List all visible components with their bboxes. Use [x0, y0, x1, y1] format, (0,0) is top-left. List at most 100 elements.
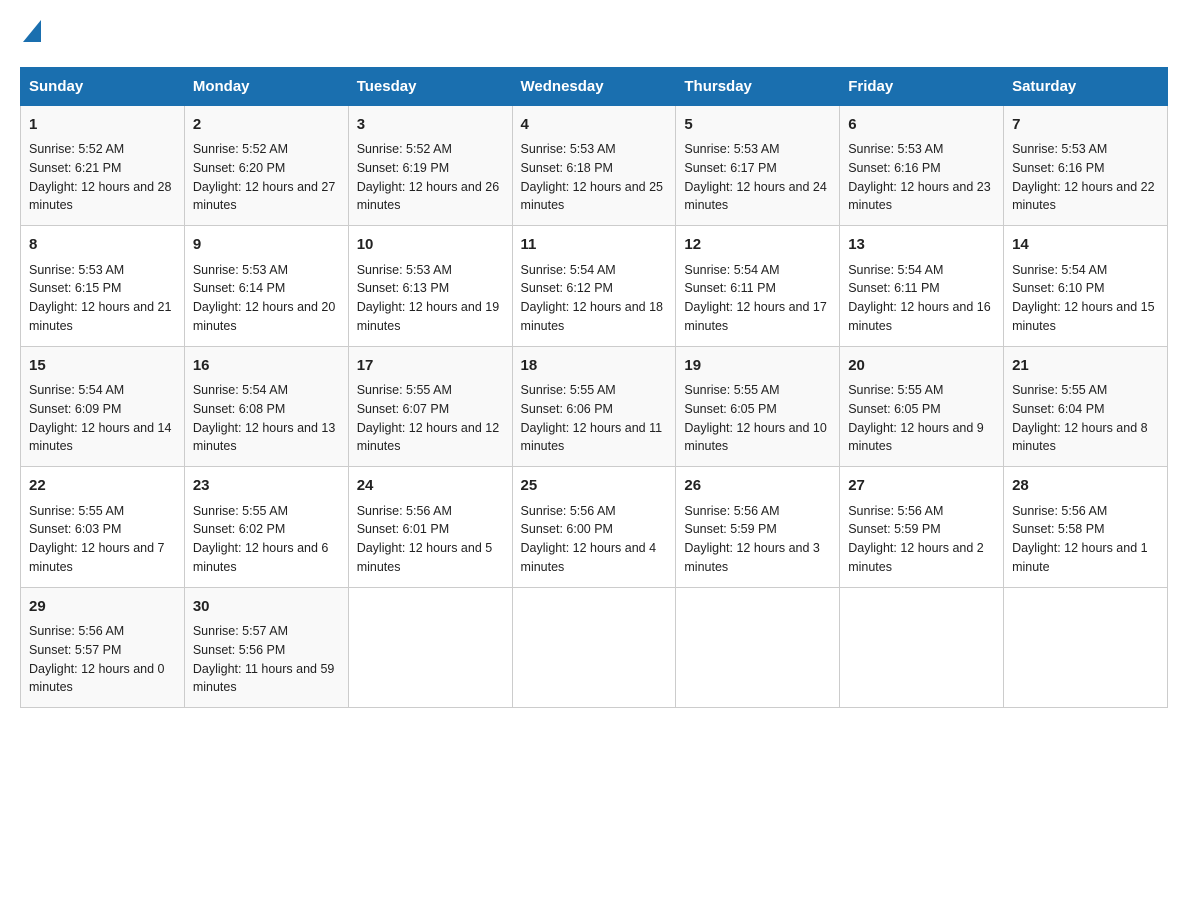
calendar-cell — [1004, 587, 1168, 708]
daylight-text: Daylight: 12 hours and 4 minutes — [521, 541, 657, 574]
daylight-text: Daylight: 12 hours and 22 minutes — [1012, 180, 1154, 213]
calendar-cell: 5Sunrise: 5:53 AMSunset: 6:17 PMDaylight… — [676, 105, 840, 226]
sunrise-text: Sunrise: 5:53 AM — [193, 263, 288, 277]
sunrise-text: Sunrise: 5:54 AM — [848, 263, 943, 277]
calendar-cell: 21Sunrise: 5:55 AMSunset: 6:04 PMDayligh… — [1004, 346, 1168, 467]
sunset-text: Sunset: 6:01 PM — [357, 522, 449, 536]
sunset-text: Sunset: 6:09 PM — [29, 402, 121, 416]
sunset-text: Sunset: 6:11 PM — [848, 281, 940, 295]
day-number: 12 — [684, 234, 831, 257]
sunset-text: Sunset: 6:10 PM — [1012, 281, 1104, 295]
day-number: 7 — [1012, 114, 1159, 137]
sunrise-text: Sunrise: 5:52 AM — [357, 142, 452, 156]
sunset-text: Sunset: 6:21 PM — [29, 161, 121, 175]
daylight-text: Daylight: 12 hours and 21 minutes — [29, 300, 171, 333]
sunset-text: Sunset: 6:14 PM — [193, 281, 285, 295]
calendar-cell: 17Sunrise: 5:55 AMSunset: 6:07 PMDayligh… — [348, 346, 512, 467]
sunrise-text: Sunrise: 5:52 AM — [29, 142, 124, 156]
sunrise-text: Sunrise: 5:56 AM — [29, 624, 124, 638]
day-number: 27 — [848, 475, 995, 498]
sunrise-text: Sunrise: 5:55 AM — [684, 383, 779, 397]
sunrise-text: Sunrise: 5:55 AM — [29, 504, 124, 518]
day-number: 28 — [1012, 475, 1159, 498]
sunset-text: Sunset: 6:19 PM — [357, 161, 449, 175]
calendar-cell: 29Sunrise: 5:56 AMSunset: 5:57 PMDayligh… — [21, 587, 185, 708]
sunrise-text: Sunrise: 5:53 AM — [848, 142, 943, 156]
daylight-text: Daylight: 12 hours and 0 minutes — [29, 662, 165, 695]
sunset-text: Sunset: 6:03 PM — [29, 522, 121, 536]
daylight-text: Daylight: 12 hours and 14 minutes — [29, 421, 171, 454]
header-sunday: Sunday — [21, 67, 185, 105]
sunrise-text: Sunrise: 5:53 AM — [684, 142, 779, 156]
logo-triangle-icon — [23, 20, 41, 42]
daylight-text: Daylight: 12 hours and 19 minutes — [357, 300, 499, 333]
sunset-text: Sunset: 5:59 PM — [848, 522, 940, 536]
calendar-cell: 20Sunrise: 5:55 AMSunset: 6:05 PMDayligh… — [840, 346, 1004, 467]
sunset-text: Sunset: 6:17 PM — [684, 161, 776, 175]
day-number: 11 — [521, 234, 668, 257]
sunrise-text: Sunrise: 5:53 AM — [29, 263, 124, 277]
sunrise-text: Sunrise: 5:54 AM — [1012, 263, 1107, 277]
sunrise-text: Sunrise: 5:56 AM — [521, 504, 616, 518]
week-row-4: 22 Sunrise: 5:55 AM Sunset: 6:03 PM Dayligh… — [21, 467, 1168, 588]
daylight-text: Daylight: 12 hours and 3 minutes — [684, 541, 820, 574]
week-row-1: 1Sunrise: 5:52 AMSunset: 6:21 PMDaylight… — [21, 105, 1168, 226]
calendar-cell: 13Sunrise: 5:54 AMSunset: 6:11 PMDayligh… — [840, 226, 1004, 347]
day-number: 3 — [357, 114, 504, 137]
sunrise-text: Sunrise: 5:57 AM — [193, 624, 288, 638]
daylight-text: Daylight: 12 hours and 28 minutes — [29, 180, 171, 213]
calendar-cell: 14Sunrise: 5:54 AMSunset: 6:10 PMDayligh… — [1004, 226, 1168, 347]
sunrise-text: Sunrise: 5:55 AM — [1012, 383, 1107, 397]
sunrise-text: Sunrise: 5:55 AM — [193, 504, 288, 518]
calendar-cell: 16Sunrise: 5:54 AMSunset: 6:08 PMDayligh… — [184, 346, 348, 467]
day-number: 4 — [521, 114, 668, 137]
week-row-5: 29Sunrise: 5:56 AMSunset: 5:57 PMDayligh… — [21, 587, 1168, 708]
sunset-text: Sunset: 6:15 PM — [29, 281, 121, 295]
daylight-text: Daylight: 11 hours and 59 minutes — [193, 662, 335, 695]
sunrise-text: Sunrise: 5:56 AM — [357, 504, 452, 518]
week-row-2: 8 Sunrise: 5:53 AM Sunset: 6:15 PM Daylight… — [21, 226, 1168, 347]
sunset-text: Sunset: 6:06 PM — [521, 402, 613, 416]
day-number: 26 — [684, 475, 831, 498]
calendar-cell: 24Sunrise: 5:56 AMSunset: 6:01 PMDayligh… — [348, 467, 512, 588]
calendar-cell: 23Sunrise: 5:55 AMSunset: 6:02 PMDayligh… — [184, 467, 348, 588]
header-saturday: Saturday — [1004, 67, 1168, 105]
calendar-cell: 11Sunrise: 5:54 AMSunset: 6:12 PMDayligh… — [512, 226, 676, 347]
calendar-cell: 28Sunrise: 5:56 AMSunset: 5:58 PMDayligh… — [1004, 467, 1168, 588]
sunrise-text: Sunrise: 5:55 AM — [521, 383, 616, 397]
daylight-text: Daylight: 12 hours and 26 minutes — [357, 180, 499, 213]
day-number: 18 — [521, 355, 668, 378]
week-row-3: 15Sunrise: 5:54 AMSunset: 6:09 PMDayligh… — [21, 346, 1168, 467]
day-number: 5 — [684, 114, 831, 137]
calendar-cell: 12Sunrise: 5:54 AMSunset: 6:11 PMDayligh… — [676, 226, 840, 347]
sunset-text: Sunset: 6:18 PM — [521, 161, 613, 175]
day-number: 20 — [848, 355, 995, 378]
calendar-cell: 3 Sunrise: 5:52 AM Sunset: 6:19 PM Daylight… — [348, 105, 512, 226]
daylight-text: Daylight: 12 hours and 13 minutes — [193, 421, 335, 454]
sunset-text: Sunset: 6:05 PM — [684, 402, 776, 416]
day-number: 15 — [29, 355, 176, 378]
day-number: 16 — [193, 355, 340, 378]
calendar-cell: 8 Sunrise: 5:53 AM Sunset: 6:15 PM Daylight… — [21, 226, 185, 347]
daylight-text: Daylight: 12 hours and 10 minutes — [684, 421, 826, 454]
daylight-text: Daylight: 12 hours and 20 minutes — [193, 300, 335, 333]
daylight-text: Daylight: 12 hours and 25 minutes — [521, 180, 663, 213]
daylight-text: Daylight: 12 hours and 7 minutes — [29, 541, 165, 574]
sunset-text: Sunset: 6:16 PM — [848, 161, 940, 175]
sunrise-text: Sunrise: 5:55 AM — [848, 383, 943, 397]
day-number: 22 — [29, 475, 176, 498]
calendar-cell: 15Sunrise: 5:54 AMSunset: 6:09 PMDayligh… — [21, 346, 185, 467]
daylight-text: Daylight: 12 hours and 18 minutes — [521, 300, 663, 333]
day-number: 14 — [1012, 234, 1159, 257]
daylight-text: Daylight: 12 hours and 11 minutes — [521, 421, 663, 454]
daylight-text: Daylight: 12 hours and 6 minutes — [193, 541, 329, 574]
day-number: 19 — [684, 355, 831, 378]
calendar-cell — [840, 587, 1004, 708]
sunrise-text: Sunrise: 5:54 AM — [521, 263, 616, 277]
calendar-cell: 1Sunrise: 5:52 AMSunset: 6:21 PMDaylight… — [21, 105, 185, 226]
calendar-cell — [348, 587, 512, 708]
sunrise-text: Sunrise: 5:56 AM — [684, 504, 779, 518]
header-wednesday: Wednesday — [512, 67, 676, 105]
calendar-cell: 26Sunrise: 5:56 AMSunset: 5:59 PMDayligh… — [676, 467, 840, 588]
day-number: 8 — [29, 234, 176, 257]
